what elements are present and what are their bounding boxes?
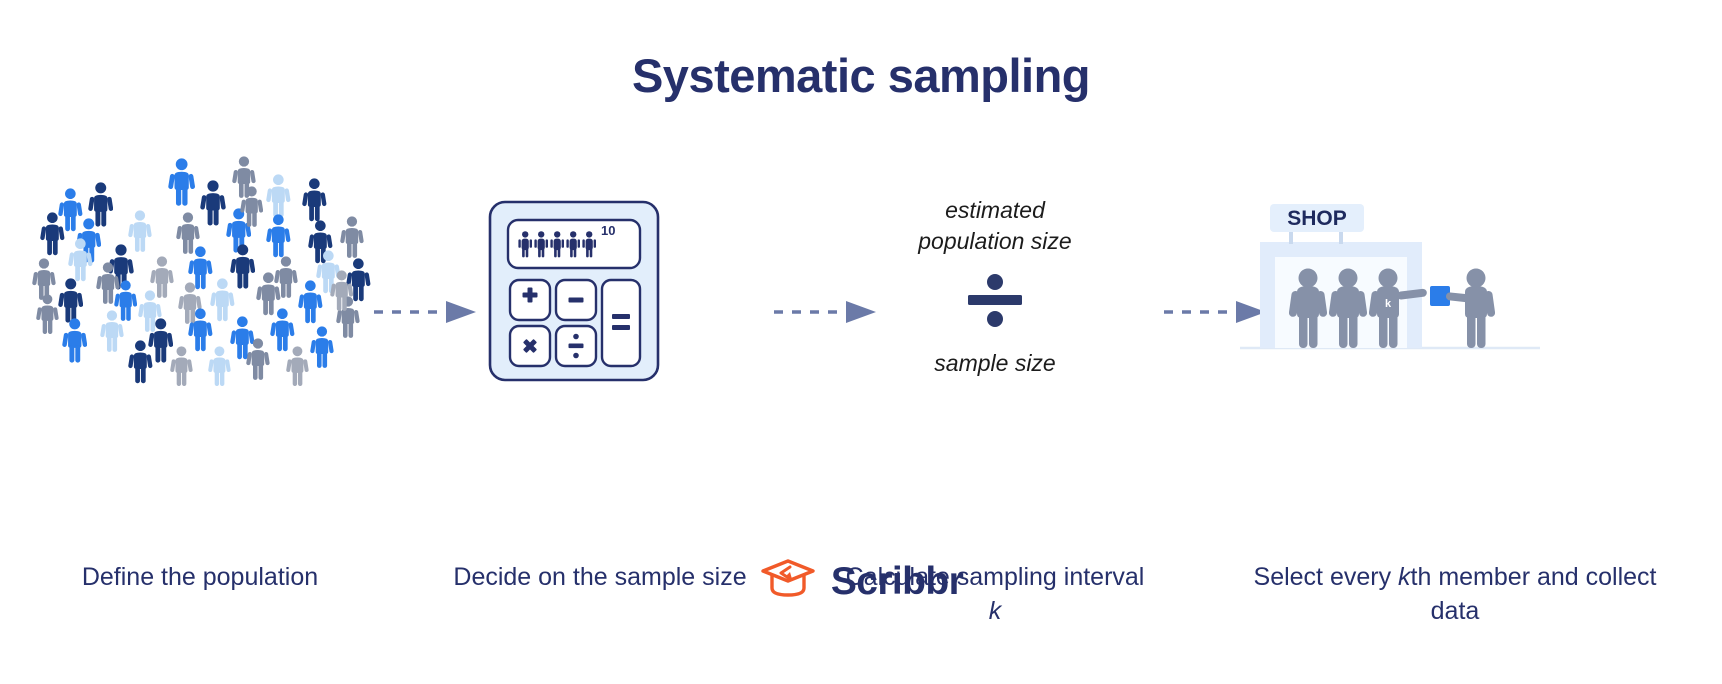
person-icon [298,280,323,324]
graduation-cap-icon [759,557,817,606]
division-formula: estimated population size sample size [840,195,1150,379]
person-icon [36,294,59,335]
person-icon [286,346,309,387]
population-cluster [32,150,371,430]
scribbr-logo[interactable]: Scribbr [0,557,1722,606]
formula-numerator-line2: population size [918,228,1072,254]
person-icon [62,318,88,363]
person-icon [200,180,226,226]
formula-numerator-line1: estimated [945,197,1045,223]
shop-sign-label: SHOP [1287,207,1347,230]
formula-art: estimated population size sample size [840,140,1150,435]
calculator-art: 10 [440,140,760,435]
population-cluster-art [32,140,371,435]
person-icon [266,174,291,218]
person-icon [40,212,65,256]
person-icon [170,346,193,387]
step-decide-sample-size: 10 Decide on the sample size [440,140,760,591]
person-icon [240,186,264,227]
step-calculate-interval: estimated population size sample size Ca… [840,140,1150,625]
person-icon [58,278,84,323]
step-define-population: Define the population [32,140,371,591]
shop-person-4 [1445,268,1496,348]
person-icon [246,338,270,380]
person-icon [208,346,231,387]
person-icon [114,280,138,321]
calculator-icon: 10 [488,200,660,387]
infographic-canvas: Systematic sampling Define the populatio… [0,0,1722,684]
calculator-exponent: 10 [601,223,615,238]
person-icon [68,238,93,282]
divide-sign-icon [966,273,1024,334]
person-icon [330,270,354,311]
person-icon [310,326,334,368]
step-select-members: SHOP k Select every kth member and colle… [1230,140,1680,625]
page-title: Systematic sampling [631,49,1091,102]
person-icon [128,340,153,384]
person-icon [266,214,291,258]
shop-scene: SHOP k [1240,200,1540,385]
person-icon [302,178,327,222]
shop-person-k-label: k [1385,298,1392,310]
person-icon [168,158,195,206]
scribbr-wordmark: Scribbr [830,559,964,603]
shop-scene-art: SHOP k [1230,140,1680,435]
formula-denominator: sample size [934,350,1056,376]
person-icon [340,216,364,258]
